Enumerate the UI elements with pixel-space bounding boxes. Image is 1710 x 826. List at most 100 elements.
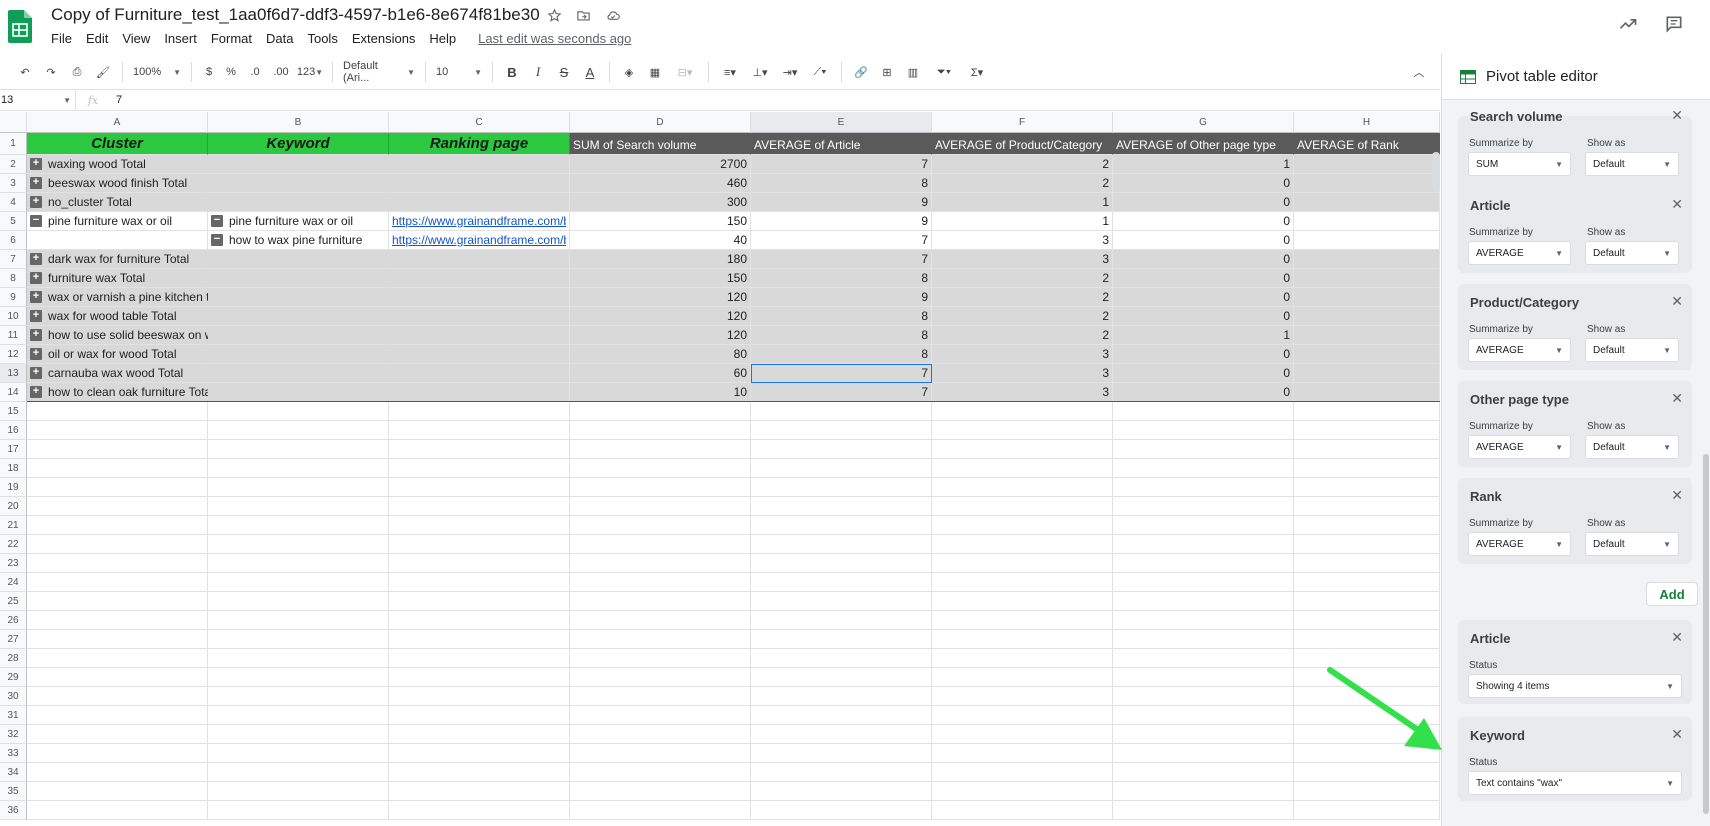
empty-cell[interactable] xyxy=(751,630,932,649)
empty-cell[interactable] xyxy=(751,478,932,497)
empty-cell[interactable] xyxy=(1294,459,1440,478)
pivot-header-e[interactable]: AVERAGE of Article xyxy=(751,133,932,155)
menu-extensions[interactable]: Extensions xyxy=(352,31,423,46)
pivot-cell-f[interactable]: 3 xyxy=(932,250,1113,269)
pivot-cell-e[interactable]: 7 xyxy=(751,383,932,402)
row-header[interactable]: 6 xyxy=(0,231,27,250)
empty-cell[interactable] xyxy=(932,402,1113,421)
empty-cell[interactable] xyxy=(751,782,932,801)
undo-icon[interactable]: ↶ xyxy=(12,60,38,84)
pivot-cell-d[interactable]: 2700 xyxy=(570,155,751,174)
empty-cell[interactable] xyxy=(389,459,570,478)
pivot-cell-e[interactable]: 7 xyxy=(751,155,932,174)
pivot-cell-g[interactable]: 1 xyxy=(1113,155,1294,174)
empty-cell[interactable] xyxy=(208,725,389,744)
empty-cell[interactable] xyxy=(208,516,389,535)
empty-cell[interactable] xyxy=(751,649,932,668)
decrease-decimal-button[interactable]: .0 xyxy=(242,60,268,84)
row-header[interactable]: 34 xyxy=(0,763,27,782)
empty-cell[interactable] xyxy=(751,592,932,611)
empty-cell[interactable] xyxy=(570,649,751,668)
pivot-cell-f[interactable]: 3 xyxy=(932,231,1113,250)
text-color-icon[interactable]: A xyxy=(577,60,603,84)
empty-cell[interactable] xyxy=(389,782,570,801)
empty-cell[interactable] xyxy=(389,592,570,611)
empty-cell[interactable] xyxy=(27,725,208,744)
pivot-cell-h[interactable] xyxy=(1294,345,1440,364)
pivot-cell-a[interactable]: + carnauba wax wood Total xyxy=(27,364,208,383)
pivot-cell-g[interactable]: 0 xyxy=(1113,288,1294,307)
collapse-icon[interactable]: − xyxy=(30,215,42,227)
pivot-cell-g[interactable]: 0 xyxy=(1113,364,1294,383)
empty-cell[interactable] xyxy=(932,478,1113,497)
italic-icon[interactable]: I xyxy=(525,60,551,84)
pivot-cell-c[interactable] xyxy=(389,364,570,383)
empty-cell[interactable] xyxy=(389,687,570,706)
name-box[interactable]: 13 ▼ xyxy=(0,90,76,110)
empty-cell[interactable] xyxy=(751,706,932,725)
pivot-cell-a[interactable]: + how to clean oak furniture Total xyxy=(27,383,214,402)
expand-icon[interactable]: + xyxy=(30,177,42,189)
currency-format-button[interactable]: $ xyxy=(198,60,220,84)
pivot-cell-h[interactable] xyxy=(1294,288,1440,307)
expand-icon[interactable]: + xyxy=(30,158,42,170)
row-header[interactable]: 35 xyxy=(0,782,27,801)
pivot-cell-g[interactable]: 1 xyxy=(1113,326,1294,345)
menu-data[interactable]: Data xyxy=(266,31,300,46)
empty-cell[interactable] xyxy=(208,630,389,649)
empty-cell[interactable] xyxy=(570,440,751,459)
expand-icon[interactable]: + xyxy=(30,367,42,379)
empty-cell[interactable] xyxy=(208,668,389,687)
star-icon[interactable] xyxy=(546,7,563,24)
empty-cell[interactable] xyxy=(751,573,932,592)
empty-cell[interactable] xyxy=(751,744,932,763)
pivot-cell-c[interactable] xyxy=(389,250,570,269)
empty-cell[interactable] xyxy=(208,801,389,820)
pivot-cell-g[interactable]: 0 xyxy=(1113,174,1294,193)
pivot-cell-d[interactable]: 10 xyxy=(570,383,751,402)
empty-cell[interactable] xyxy=(1294,421,1440,440)
percent-format-button[interactable]: % xyxy=(220,60,242,84)
empty-cell[interactable] xyxy=(570,592,751,611)
insert-link-icon[interactable]: 🔗 xyxy=(848,60,874,84)
menu-help[interactable]: Help xyxy=(429,31,463,46)
empty-cell[interactable] xyxy=(932,782,1113,801)
empty-cell[interactable] xyxy=(1113,440,1294,459)
empty-cell[interactable] xyxy=(27,782,208,801)
pivot-header-a[interactable]: Cluster xyxy=(27,133,208,155)
empty-cell[interactable] xyxy=(570,459,751,478)
empty-cell[interactable] xyxy=(1113,744,1294,763)
empty-cell[interactable] xyxy=(932,725,1113,744)
increase-decimal-button[interactable]: .00 xyxy=(268,60,294,84)
empty-cell[interactable] xyxy=(570,801,751,820)
empty-cell[interactable] xyxy=(1113,725,1294,744)
empty-cell[interactable] xyxy=(27,744,208,763)
expand-icon[interactable]: + xyxy=(30,386,42,398)
empty-cell[interactable] xyxy=(932,649,1113,668)
borders-icon[interactable]: ▦ xyxy=(642,60,668,84)
empty-cell[interactable] xyxy=(1113,649,1294,668)
empty-cell[interactable] xyxy=(570,421,751,440)
empty-cell[interactable] xyxy=(932,687,1113,706)
empty-cell[interactable] xyxy=(389,630,570,649)
pivot-header-d[interactable]: SUM of Search volume xyxy=(570,133,751,155)
empty-cell[interactable] xyxy=(751,516,932,535)
close-icon[interactable]: ✕ xyxy=(1671,293,1683,310)
pivot-cell-e[interactable]: 8 xyxy=(751,307,932,326)
row-header[interactable]: 15 xyxy=(0,402,27,421)
empty-cell[interactable] xyxy=(389,402,570,421)
font-family-select[interactable]: Default (Ari... ▼ xyxy=(339,60,419,84)
column-header-f[interactable]: F xyxy=(932,112,1113,133)
pivot-cell-a[interactable]: + furniture wax Total xyxy=(27,269,208,288)
empty-cell[interactable] xyxy=(1294,497,1440,516)
horizontal-align-icon[interactable]: ≡▾ xyxy=(715,60,745,84)
empty-cell[interactable] xyxy=(1113,573,1294,592)
bold-icon[interactable]: B xyxy=(499,60,525,84)
close-icon[interactable]: ✕ xyxy=(1671,107,1683,124)
empty-cell[interactable] xyxy=(208,763,389,782)
empty-cell[interactable] xyxy=(389,573,570,592)
empty-cell[interactable] xyxy=(570,554,751,573)
empty-cell[interactable] xyxy=(1113,706,1294,725)
empty-cell[interactable] xyxy=(751,725,932,744)
empty-cell[interactable] xyxy=(27,706,208,725)
